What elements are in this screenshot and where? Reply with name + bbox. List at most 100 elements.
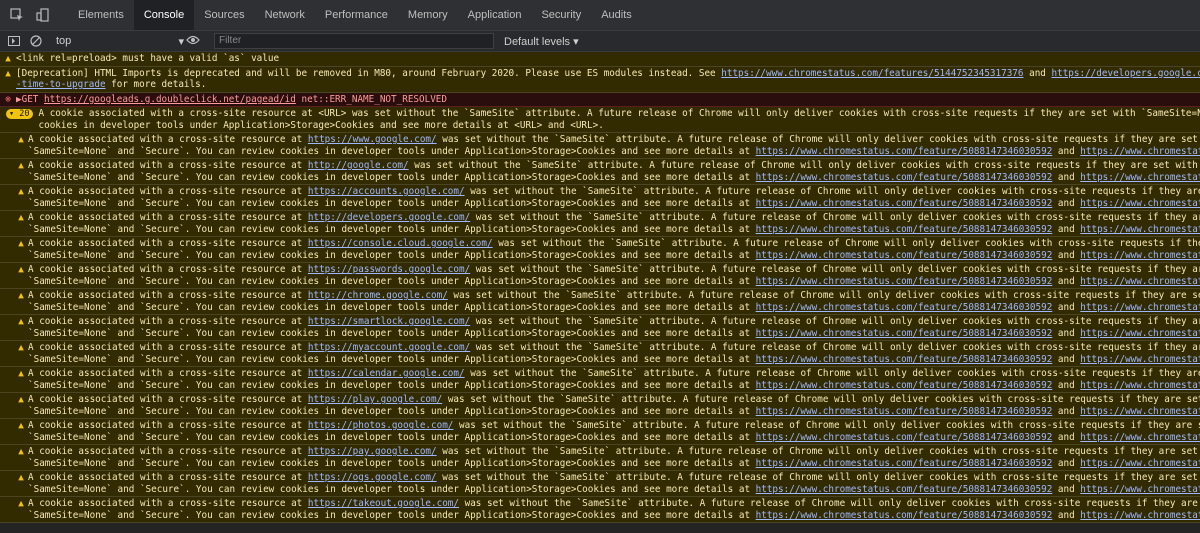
console-warning-message[interactable]: ▲ <link rel=preload> must have a valid `a… — [0, 52, 1200, 67]
message-body: A cookie associated with a cross-site re… — [28, 160, 1200, 183]
cookie-warning-message[interactable]: ▲ A cookie associated with a cross-site r… — [0, 419, 1200, 445]
console-message-group[interactable]: ▾ 20 A cookie associated with a cross-sit… — [0, 107, 1200, 133]
message-text: A cookie associated with a cross-site re… — [28, 316, 308, 327]
message-text: was set without the `SameSite` attribute… — [442, 394, 1200, 405]
chromestatus-link[interactable]: https://www.chromestatus.com/feature — [1080, 172, 1200, 183]
message-text: and — [1052, 223, 1081, 235]
resource-link[interactable]: https://myaccount.google.com/ — [308, 342, 470, 353]
cookie-warning-message[interactable]: ▲ A cookie associated with a cross-site r… — [0, 471, 1200, 497]
tab-performance[interactable]: Performance — [315, 0, 398, 30]
message-text: was set without the `SameSite` attribute… — [470, 316, 1200, 327]
chromestatus-link[interactable]: https://www.chromestatus.com/feature — [1080, 380, 1200, 391]
chromestatus-link[interactable]: https://www.chromestatus.com/feature — [1080, 354, 1200, 365]
resource-link[interactable]: https://smartlock.google.com/ — [308, 316, 470, 327]
chromestatus-link[interactable]: https://www.chromestatus.com/feature/508… — [756, 380, 1053, 391]
message-text: A cookie associated with a cross-site re… — [28, 342, 308, 353]
chromestatus-link[interactable]: https://www.chromestatus.com/feature — [1080, 224, 1200, 235]
message-text: A cookie associated with a cross-site re… — [28, 498, 308, 509]
resource-link[interactable]: https://pay.google.com/ — [308, 446, 437, 457]
inspect-element-icon[interactable] — [8, 6, 26, 24]
resource-link[interactable]: https://takeout.google.com/ — [308, 498, 459, 509]
cookie-warning-message[interactable]: ▲ A cookie associated with a cross-site r… — [0, 263, 1200, 289]
chromestatus-link[interactable]: https://www.chromestatus.com/feature — [1080, 302, 1200, 313]
message-link[interactable]: https://developers.google.com/web/update… — [1052, 68, 1200, 79]
tab-elements[interactable]: Elements — [68, 0, 134, 30]
chromestatus-link[interactable]: https://www.chromestatus.com/feature/508… — [756, 328, 1053, 339]
chromestatus-link[interactable]: https://www.chromestatus.com/feature/508… — [756, 432, 1053, 443]
filter-input[interactable]: Filter — [214, 33, 494, 49]
resource-link[interactable]: https://www.google.com/ — [308, 134, 437, 145]
resource-link[interactable]: https://passwords.google.com/ — [308, 264, 470, 275]
resource-link[interactable]: https://photos.google.com/ — [308, 420, 454, 431]
chromestatus-link[interactable]: https://www.chromestatus.com/feature/508… — [756, 302, 1053, 313]
chromestatus-link[interactable]: https://www.chromestatus.com/feature/508… — [756, 406, 1053, 417]
resource-link[interactable]: http://chrome.google.com/ — [308, 290, 448, 301]
tab-sources[interactable]: Sources — [194, 0, 254, 30]
chromestatus-link[interactable]: https://www.chromestatus.com/feature — [1080, 510, 1200, 521]
cookie-warning-message[interactable]: ▲ A cookie associated with a cross-site r… — [0, 315, 1200, 341]
cookie-warning-message[interactable]: ▲ A cookie associated with a cross-site r… — [0, 185, 1200, 211]
chromestatus-link[interactable]: https://www.chromestatus.com/feature/508… — [756, 458, 1053, 469]
live-expression-eye-icon[interactable] — [186, 35, 206, 48]
message-link[interactable]: https://googleads.g.doubleclick.net/page… — [44, 94, 296, 105]
resource-link[interactable]: https://console.cloud.google.com/ — [308, 238, 493, 249]
tab-audits[interactable]: Audits — [591, 0, 642, 30]
chromestatus-link[interactable]: https://www.chromestatus.com/feature/508… — [756, 146, 1053, 157]
cookie-warning-message[interactable]: ▲ A cookie associated with a cross-site r… — [0, 159, 1200, 185]
message-link[interactable]: -time-to-upgrade — [16, 79, 106, 90]
resource-link[interactable]: https://accounts.google.com/ — [308, 186, 465, 197]
chromestatus-link[interactable]: https://www.chromestatus.com/feature/508… — [756, 354, 1053, 365]
chromestatus-link[interactable]: https://www.chromestatus.com/feature — [1080, 432, 1200, 443]
chromestatus-link[interactable]: https://www.chromestatus.com/feature — [1080, 458, 1200, 469]
tab-network[interactable]: Network — [255, 0, 315, 30]
message-text: `SameSite=None` and `Secure`. You can re… — [28, 405, 756, 417]
cookie-warning-message[interactable]: ▲ A cookie associated with a cross-site r… — [0, 367, 1200, 393]
cookie-warning-message[interactable]: ▲ A cookie associated with a cross-site r… — [0, 393, 1200, 419]
chromestatus-link[interactable]: https://www.chromestatus.com/feature/508… — [756, 224, 1053, 235]
clear-console-icon[interactable] — [28, 33, 44, 49]
cookie-warning-message[interactable]: ▲ A cookie associated with a cross-site r… — [0, 497, 1200, 523]
cookie-warning-message[interactable]: ▲ A cookie associated with a cross-site r… — [0, 289, 1200, 315]
message-body: A cookie associated with a cross-site re… — [28, 446, 1200, 469]
log-levels-dropdown[interactable]: Default levels ▾ — [504, 35, 579, 48]
resource-link[interactable]: https://calendar.google.com/ — [308, 368, 465, 379]
console-warning-message[interactable]: ▲ [Deprecation] HTML Imports is deprecate… — [0, 66, 1200, 93]
tab-application[interactable]: Application — [458, 0, 532, 30]
cookie-warning-message[interactable]: ▲ A cookie associated with a cross-site r… — [0, 237, 1200, 263]
chromestatus-link[interactable]: https://www.chromestatus.com/feature/508… — [756, 250, 1053, 261]
device-toolbar-icon[interactable] — [34, 6, 52, 24]
repeat-count-badge[interactable]: ▾ 20 — [6, 109, 33, 119]
message-text: `SameSite=None` and `Secure`. You can re… — [28, 275, 756, 287]
chromestatus-link[interactable]: https://www.chromestatus.com/feature/508… — [756, 172, 1053, 183]
message-text: was set without the `SameSite` attribute… — [464, 368, 1200, 379]
chromestatus-link[interactable]: https://www.chromestatus.com/feature/508… — [756, 198, 1053, 209]
message-link[interactable]: https://www.chromestatus.com/features/51… — [721, 68, 1023, 79]
tab-security[interactable]: Security — [531, 0, 591, 30]
chromestatus-link[interactable]: https://www.chromestatus.com/feature — [1080, 146, 1200, 157]
cookie-warning-message[interactable]: ▲ A cookie associated with a cross-site r… — [0, 445, 1200, 471]
message-line: -time-to-upgrade for more details. — [16, 79, 1200, 91]
console-error-message[interactable]: ⊗ ▶GET https://googleads.g.doubleclick.ne… — [0, 92, 1200, 107]
message-line: A cookie associated with a cross-site re… — [28, 160, 1200, 172]
resource-link[interactable]: http://developers.google.com/ — [308, 212, 470, 223]
chromestatus-link[interactable]: https://www.chromestatus.com/feature — [1080, 406, 1200, 417]
cookie-warning-message[interactable]: ▲ A cookie associated with a cross-site r… — [0, 211, 1200, 237]
tab-console[interactable]: Console — [133, 0, 195, 30]
chromestatus-link[interactable]: https://www.chromestatus.com/feature/508… — [756, 484, 1053, 495]
context-selector[interactable]: top ▾ — [56, 35, 184, 48]
resource-link[interactable]: https://play.google.com/ — [308, 394, 442, 405]
chromestatus-link[interactable]: https://www.chromestatus.com/feature/508… — [756, 276, 1053, 287]
cookie-warning-message[interactable]: ▲ A cookie associated with a cross-site r… — [0, 341, 1200, 367]
warning-icon: ▲ — [18, 316, 24, 327]
cookie-warning-message[interactable]: ▲ A cookie associated with a cross-site r… — [0, 133, 1200, 159]
tab-memory[interactable]: Memory — [398, 0, 458, 30]
sidebar-toggle-icon[interactable] — [6, 33, 22, 49]
chromestatus-link[interactable]: https://www.chromestatus.com/feature — [1080, 328, 1200, 339]
chromestatus-link[interactable]: https://www.chromestatus.com/feature — [1080, 484, 1200, 495]
chromestatus-link[interactable]: https://www.chromestatus.com/feature/508… — [756, 510, 1053, 521]
chromestatus-link[interactable]: https://www.chromestatus.com/feature — [1080, 250, 1200, 261]
chromestatus-link[interactable]: https://www.chromestatus.com/feature — [1080, 276, 1200, 287]
chromestatus-link[interactable]: https://www.chromestatus.com/feature — [1080, 198, 1200, 209]
resource-link[interactable]: http://google.com/ — [308, 160, 409, 171]
resource-link[interactable]: https://ogs.google.com/ — [308, 472, 437, 483]
